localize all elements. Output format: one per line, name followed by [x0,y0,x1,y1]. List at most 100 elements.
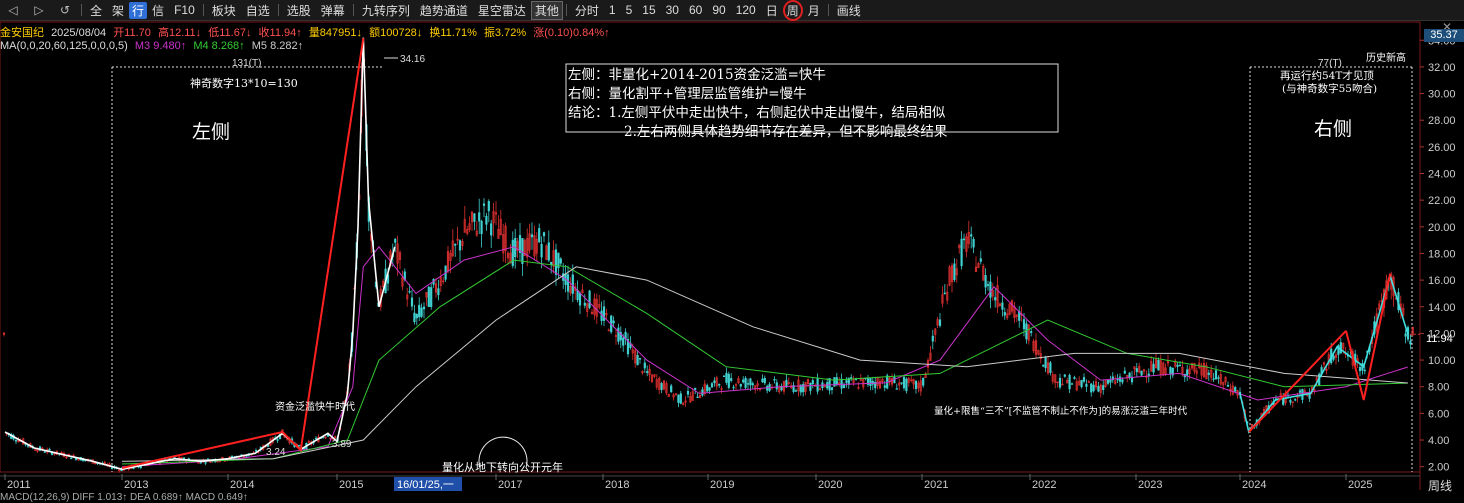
candle-body [554,249,558,275]
candle-body [718,383,721,386]
candle-body [547,242,550,261]
candle-body [48,448,51,451]
candle-body [485,215,488,225]
candle-body [638,357,642,360]
candle-body [1409,340,1412,345]
candle-body [646,371,649,373]
candle-body [1339,342,1342,354]
candle-body [773,379,776,381]
y-tick-label: 28.00 [1428,115,1456,127]
y-tick-label: 24.00 [1428,169,1456,181]
quant-era-note: 量化+限售“三不”[不监管不制止不作为]的易涨泛滥三年时代 [934,406,1188,417]
x-tick-label: 2014 [230,479,254,491]
candle-body [742,379,745,383]
candle-body [1073,377,1076,379]
low-price: 低11.67↓ [208,27,252,39]
candle-body [1294,399,1297,401]
left-count-label: 131(T) [232,58,261,69]
candle-body [1085,383,1088,387]
candle-body [962,238,966,241]
candle-body [972,238,975,248]
ma-m4: M4 8.268↑ [193,40,245,52]
volume: 量847951↓ [308,27,363,39]
candle-body [487,201,490,212]
left-magic-note: 神奇数字13*10=130 [190,77,298,90]
candle-body [1106,379,1110,384]
candle-body [989,281,992,298]
all-time-high-note: 历史新高 [1366,53,1406,64]
candle-body [408,291,411,293]
candle-body [850,377,853,379]
candle-body [816,377,819,392]
candle-body [1214,370,1218,380]
candle-body [571,274,574,294]
candle-body [922,377,925,386]
candle-body [706,385,709,392]
candle-body [473,213,476,222]
y-tick-label: 32.00 [1428,62,1456,74]
cursor-date-label: 16/01/25,一 [397,479,454,491]
candle-body [418,304,421,318]
right-side-label: 右侧 [1314,118,1353,140]
candle-body [902,376,906,389]
candle-body [1030,331,1033,333]
candle-body [622,337,625,346]
candle-body [1001,302,1004,310]
candle-body [830,387,834,390]
candle-body [254,450,258,452]
candle-body [1226,385,1230,387]
y-tick-label: 14.00 [1428,302,1456,314]
y-tick-label: 30.00 [1428,89,1456,101]
candle-body [1092,384,1095,392]
low2-label: 3.89 [332,439,352,450]
candle-body [701,389,704,396]
left-side-label: 左侧 [192,121,231,143]
candle-body [415,313,418,319]
candle-body [1135,368,1138,373]
candle-body [763,377,766,384]
candle-body [931,335,934,342]
candle-body [1109,379,1112,383]
candle-body [1022,319,1026,330]
candle-body [314,437,318,440]
candle-body [845,380,848,383]
ma-m5: M5 8.282↑ [251,40,304,52]
candle-body [679,393,682,404]
candle-body [1358,366,1362,372]
candle-body [970,234,973,237]
candle-body [1090,383,1093,393]
candle-body [1123,370,1126,374]
candle-body [725,372,728,383]
candle-body [708,387,711,391]
x-tick-label: 2025 [1348,479,1372,491]
axis-top-badge: 35.37 [1424,29,1464,42]
period-label[interactable]: 周线 [1428,477,1452,494]
candle-body [490,223,493,236]
turnover: 换11.71% [429,27,477,39]
candle-body [602,306,606,321]
candle-body [1176,364,1179,367]
candle-body [542,232,546,237]
candle-body [914,380,918,389]
candle-body [730,378,733,381]
ma-m3: M3 9.480↑ [134,40,187,52]
amplitude: 振3.72% [483,27,527,39]
candle-body [842,384,846,389]
candle-body [1289,399,1292,403]
candle-body [938,319,942,326]
candle-body [1042,364,1045,367]
candle-body [677,394,680,403]
candle-body [722,375,726,377]
right-note-2: (与神奇数字55吻合) [1282,83,1378,95]
candle-body [1102,385,1105,391]
candle-body [566,274,570,292]
candle-body [739,383,742,387]
candle-body [1234,387,1237,392]
y-tick-label: 10.00 [1428,355,1456,367]
candle-body [1152,363,1155,373]
summary-box: 左侧：非量化+2014-2015资金泛滥=快牛 右侧：量化割平+管理层监管维护=… [568,66,1042,142]
candle-body [835,377,838,385]
candle-body [617,327,620,342]
candle-body [204,462,207,464]
ma-params: MA(0,0,20,60,125,0,0,0,5) [0,40,128,52]
